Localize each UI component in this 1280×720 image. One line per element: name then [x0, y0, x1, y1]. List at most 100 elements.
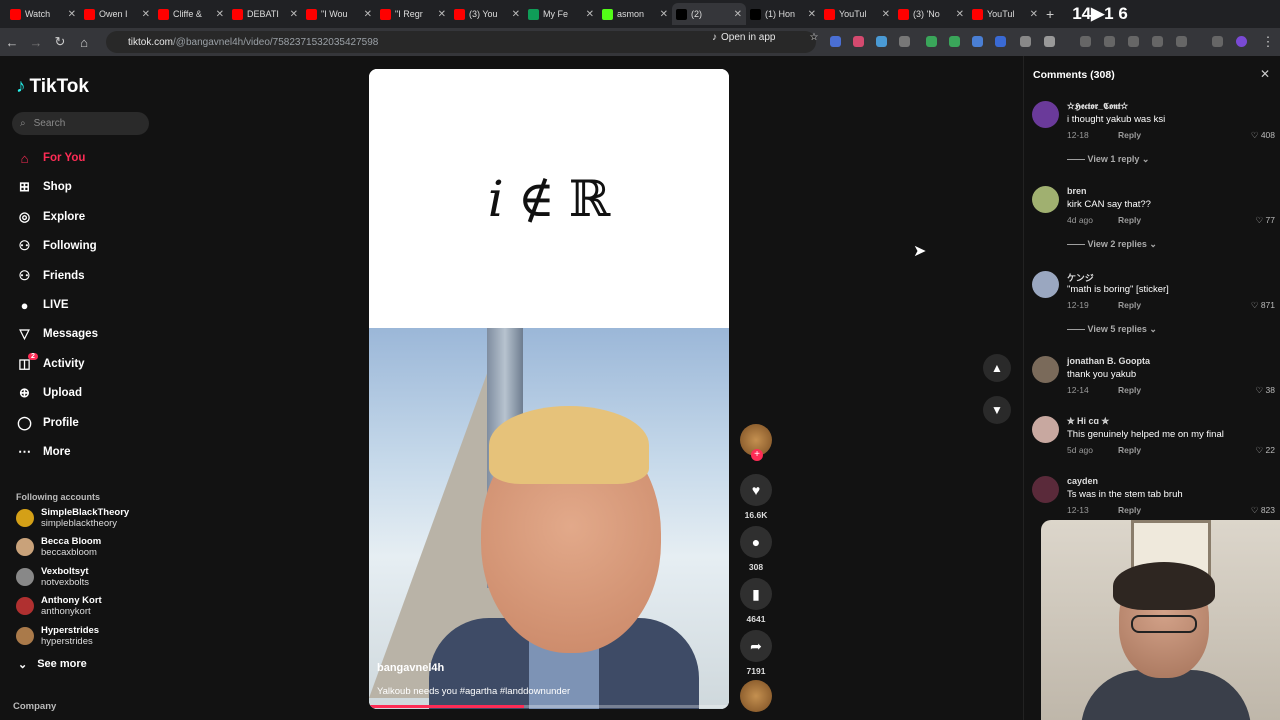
avatar[interactable]: [1032, 101, 1059, 128]
avatar[interactable]: [1032, 186, 1059, 213]
next-video-button[interactable]: ▼: [983, 396, 1011, 424]
sidebar-item-more[interactable]: ⋯ More: [16, 441, 166, 463]
tab-close-icon[interactable]: ✕: [68, 9, 76, 20]
comment-author[interactable]: bren: [1067, 186, 1087, 196]
new-tab-icon[interactable]: +: [1046, 6, 1054, 22]
tab-close-icon[interactable]: ✕: [438, 9, 446, 20]
creator-avatar[interactable]: +: [740, 424, 772, 461]
following-account[interactable]: Becca Bloom beccaxbloom: [16, 536, 101, 558]
comment-author[interactable]: ✮ Hi cɑ ✮: [1067, 416, 1109, 427]
comment-author[interactable]: ✫𝕳𝖊𝖈𝖙𝖔𝖗_𝕮𝖔𝖓𝖙✫: [1067, 101, 1128, 112]
menu-kebab-icon[interactable]: ⋮: [1256, 34, 1280, 50]
music-disc-icon[interactable]: [740, 680, 772, 712]
code-icon[interactable]: [1128, 36, 1139, 47]
previous-video-button[interactable]: ▲: [983, 354, 1011, 382]
home-icon[interactable]: ⌂: [72, 35, 96, 50]
following-account[interactable]: Anthony Kort anthonykort: [16, 595, 102, 617]
browser-tab[interactable]: Cliffe & ✕: [154, 3, 228, 25]
avatar[interactable]: [1032, 271, 1059, 298]
browser-tab[interactable]: YouTul ✕: [820, 3, 894, 25]
sidebar-item-messages[interactable]: ▽ Messages: [16, 323, 166, 345]
view-replies-button[interactable]: —— View 2 replies ⌄: [1067, 239, 1157, 250]
browser-tab[interactable]: "I Wou ✕: [302, 3, 376, 25]
follow-plus-icon[interactable]: +: [751, 449, 763, 461]
view-replies-button[interactable]: —— View 1 reply ⌄: [1067, 154, 1149, 165]
comment-like-button[interactable]: ♡ 22: [1256, 445, 1275, 456]
avatar[interactable]: [1032, 476, 1059, 503]
bookmark-star-icon[interactable]: ☆: [810, 32, 819, 43]
share-icon[interactable]: ➦: [740, 630, 772, 662]
following-account[interactable]: Hyperstrides hyperstrides: [16, 625, 99, 647]
browser-tab[interactable]: (1) Hon ✕: [746, 3, 820, 25]
video-username[interactable]: bangavnel4h: [377, 662, 444, 674]
video-progress-bar[interactable]: [369, 705, 729, 708]
tab-close-icon[interactable]: ✕: [290, 9, 298, 20]
sidebar-item-following[interactable]: ⚇ Following: [16, 235, 166, 257]
sidebar-item-for-you[interactable]: ⌂ For You: [16, 147, 166, 169]
browser-tab[interactable]: DEBATI ✕: [228, 3, 302, 25]
history-icon[interactable]: [1080, 36, 1091, 47]
comment-like-button[interactable]: ♡ 823: [1251, 505, 1275, 516]
sidebar-item-profile[interactable]: ◯ Profile: [16, 412, 166, 434]
following-account[interactable]: SimpleBlackTheory simpleblacktheory: [16, 507, 129, 529]
search-input[interactable]: ⌕ Search: [12, 112, 149, 135]
tab-close-icon[interactable]: ✕: [956, 9, 964, 20]
tab-close-icon[interactable]: ✕: [808, 9, 816, 20]
reply-button[interactable]: Reply: [1118, 445, 1141, 455]
following-account[interactable]: Vexboltsyt notvexbolts: [16, 566, 89, 588]
extension-icon[interactable]: [1212, 36, 1223, 47]
reply-button[interactable]: Reply: [1118, 385, 1141, 395]
profile-avatar-icon[interactable]: [1236, 36, 1247, 47]
browser-tab[interactable]: My Fe ✕: [524, 3, 598, 25]
extension-icon[interactable]: [830, 36, 841, 47]
open-in-app-button[interactable]: ♪ Open in app ☆: [712, 32, 818, 43]
browser-tab[interactable]: (2) ✕: [672, 3, 746, 25]
extension-icon[interactable]: [899, 36, 910, 47]
browser-tab[interactable]: YouTul ✕: [968, 3, 1042, 25]
close-icon[interactable]: ✕: [1260, 67, 1270, 81]
video-player[interactable]: i ∉ ℝ bangavnel4h Yalkoub needs you #aga…: [369, 69, 729, 709]
comment-like-button[interactable]: ♡ 77: [1256, 215, 1275, 226]
extension-icon[interactable]: [949, 36, 960, 47]
avatar[interactable]: [1032, 356, 1059, 383]
comment-icon[interactable]: ●: [740, 526, 772, 558]
extension-icon[interactable]: [972, 36, 983, 47]
back-icon[interactable]: ←: [0, 35, 24, 50]
reply-button[interactable]: Reply: [1118, 505, 1141, 515]
sidebar-item-upload[interactable]: ⊕ Upload: [16, 382, 166, 404]
forward-icon[interactable]: →: [24, 35, 48, 50]
reply-button[interactable]: Reply: [1118, 300, 1141, 310]
extension-icon[interactable]: [876, 36, 887, 47]
company-link[interactable]: Company: [13, 701, 56, 712]
browser-tab[interactable]: asmon ✕: [598, 3, 672, 25]
tab-close-icon[interactable]: ✕: [660, 9, 668, 20]
sidebar-item-live[interactable]: ● LIVE: [16, 294, 166, 316]
extension-icon[interactable]: [995, 36, 1006, 47]
comment-button[interactable]: ● 308: [740, 526, 772, 572]
browser-tab[interactable]: "I Regr ✕: [376, 3, 450, 25]
sidebar-item-explore[interactable]: ◎ Explore: [16, 206, 166, 228]
extension-icon[interactable]: [926, 36, 937, 47]
view-replies-button[interactable]: —— View 5 replies ⌄: [1067, 324, 1157, 335]
extension-icon[interactable]: [1152, 36, 1163, 47]
browser-tab[interactable]: Owen I ✕: [80, 3, 154, 25]
extension-icon[interactable]: [853, 36, 864, 47]
comment-author[interactable]: cayden: [1067, 476, 1098, 486]
comment-like-button[interactable]: ♡ 871: [1251, 300, 1275, 311]
extension-icon[interactable]: [1104, 36, 1115, 47]
extension-icon[interactable]: [1020, 36, 1031, 47]
tab-close-icon[interactable]: ✕: [142, 9, 150, 20]
avatar[interactable]: [1032, 416, 1059, 443]
reload-icon[interactable]: ↻: [48, 34, 72, 50]
url-bar[interactable]: tiktok.com/@bangavnel4h/video/7582371532…: [106, 31, 816, 53]
tab-close-icon[interactable]: ✕: [364, 9, 372, 20]
browser-tab[interactable]: (3) 'No ✕: [894, 3, 968, 25]
comment-author[interactable]: ケンジ: [1067, 271, 1094, 284]
comment-author[interactable]: jonathan B. Goopta: [1067, 356, 1150, 366]
extension-icon[interactable]: [1176, 36, 1187, 47]
tab-close-icon[interactable]: ✕: [882, 9, 890, 20]
comment-like-button[interactable]: ♡ 38: [1256, 385, 1275, 396]
share-button[interactable]: ➦ 7191: [740, 630, 772, 676]
reply-button[interactable]: Reply: [1118, 215, 1141, 225]
browser-tab[interactable]: Watch ✕: [6, 3, 80, 25]
